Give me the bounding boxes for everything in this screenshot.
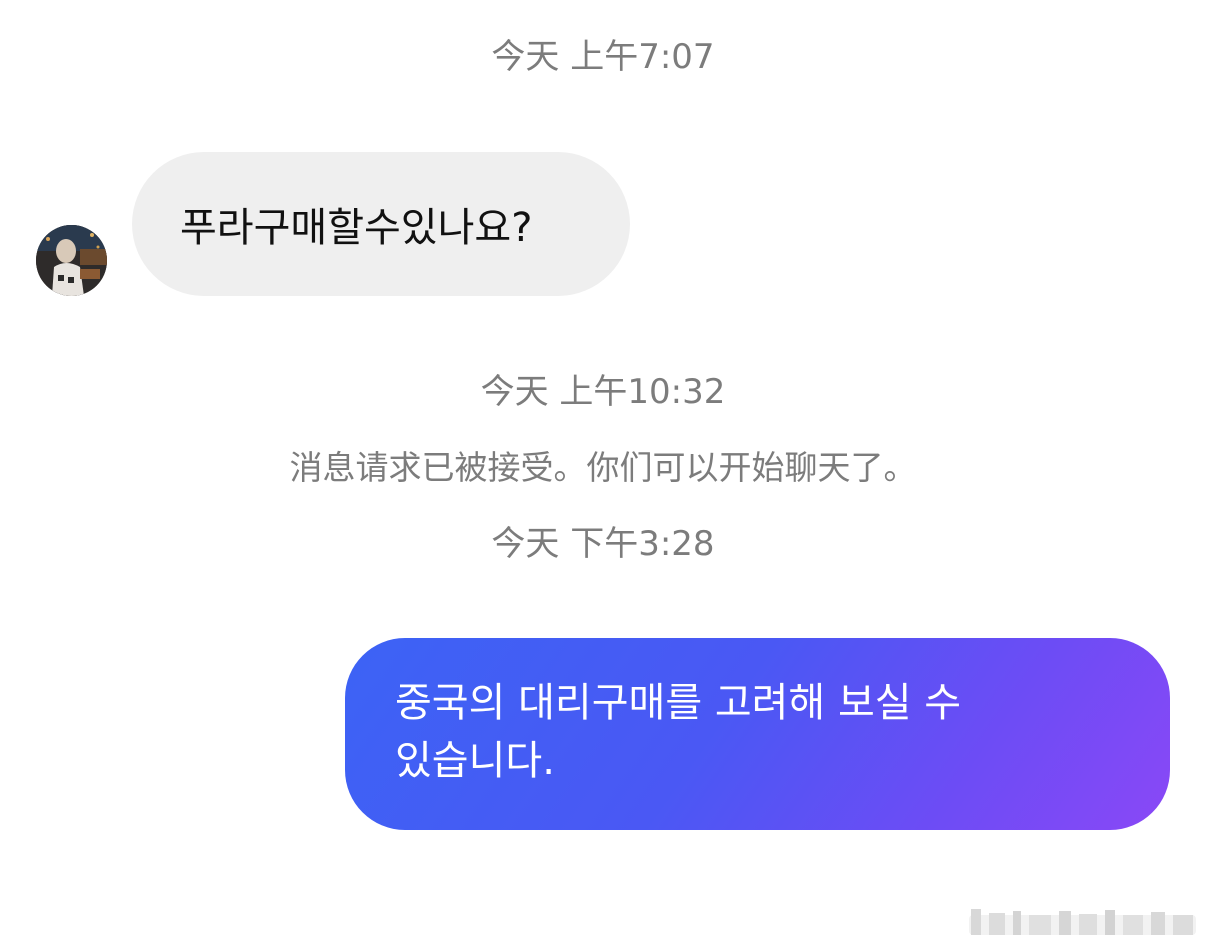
watermark-icon xyxy=(969,909,1196,935)
avatar-photo-icon xyxy=(36,225,107,296)
outgoing-message-text: 중국의 대리구매를 고려해 보실 수 있습니다. xyxy=(395,680,962,784)
outgoing-message-bubble[interactable]: 중국의 대리구매를 고려해 보실 수 있습니다. xyxy=(345,638,1170,830)
timestamp: 今天 上午7:07 xyxy=(491,37,715,77)
sender-avatar[interactable] xyxy=(36,225,107,296)
system-message: 消息请求已被接受。你们可以开始聊天了。 xyxy=(289,448,917,487)
timestamp: 今天 下午3:28 xyxy=(491,524,715,564)
incoming-message-bubble[interactable]: 푸라구매할수있나요? xyxy=(132,152,630,296)
incoming-message-text: 푸라구매할수있나요? xyxy=(180,205,533,251)
timestamp: 今天 上午10:32 xyxy=(480,372,726,412)
